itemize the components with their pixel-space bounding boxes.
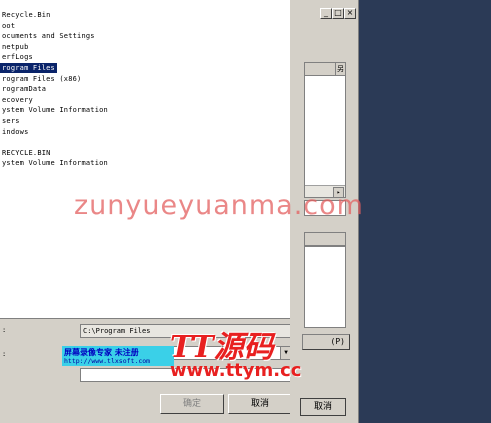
tree-item[interactable]: Recycle.Bin xyxy=(0,10,53,20)
tree-item[interactable]: ocuments and Settings xyxy=(0,31,97,41)
tree-item[interactable]: rogramData xyxy=(0,84,48,94)
ok-button[interactable]: 确定 xyxy=(160,394,224,414)
bg-titlebar: _ □ × xyxy=(290,0,358,22)
tree-item[interactable] xyxy=(0,137,4,147)
recorder-banner: 屏幕录像专家 未注册 http://www.tlxsoft.com xyxy=(62,346,174,366)
path-label: : xyxy=(2,326,7,334)
tree-item[interactable]: erfLogs xyxy=(0,52,35,62)
tree-item[interactable]: RECYCLE.BIN xyxy=(0,148,53,158)
folder-tree[interactable]: Recycle.Bin oot ocuments and Settings netpu… xyxy=(0,0,291,319)
close-icon[interactable]: × xyxy=(344,8,356,19)
tree-item[interactable]: oot xyxy=(0,21,17,31)
watermark-text: zunyueyuanma.com xyxy=(74,190,364,221)
recorder-url: http://www.tlxsoft.com xyxy=(64,357,151,365)
tree-item[interactable]: netpub xyxy=(0,42,31,52)
tree-item[interactable]: ystem Volume Information xyxy=(0,158,110,168)
tree-item[interactable]: ystem Volume Information xyxy=(0,105,110,115)
bg-header-field xyxy=(304,232,346,246)
tree-item[interactable]: sers xyxy=(0,116,22,126)
logo-watermark: TT源码 www.ttym.cc xyxy=(170,322,310,388)
combo-label: : xyxy=(2,350,7,358)
tree-item[interactable]: indows xyxy=(0,127,31,137)
bg-column-header[interactable]: 另 xyxy=(335,63,345,75)
logo-url: www.ttym.cc xyxy=(170,360,302,381)
maximize-icon[interactable]: □ xyxy=(332,8,344,19)
tree-item[interactable]: rogram Files (x86) xyxy=(0,74,83,84)
tree-item[interactable]: rogram Files xyxy=(0,63,57,73)
bg-secondary-list[interactable] xyxy=(304,246,346,328)
cancel-button[interactable]: 取消 xyxy=(228,394,292,414)
bg-list-header: 另 xyxy=(305,63,345,76)
tree-item[interactable]: ecovery xyxy=(0,95,35,105)
bg-list-view[interactable]: 另 ▸ xyxy=(304,62,346,198)
minimize-icon[interactable]: _ xyxy=(320,8,332,19)
bg-cancel-button[interactable]: 取消 xyxy=(300,398,346,416)
